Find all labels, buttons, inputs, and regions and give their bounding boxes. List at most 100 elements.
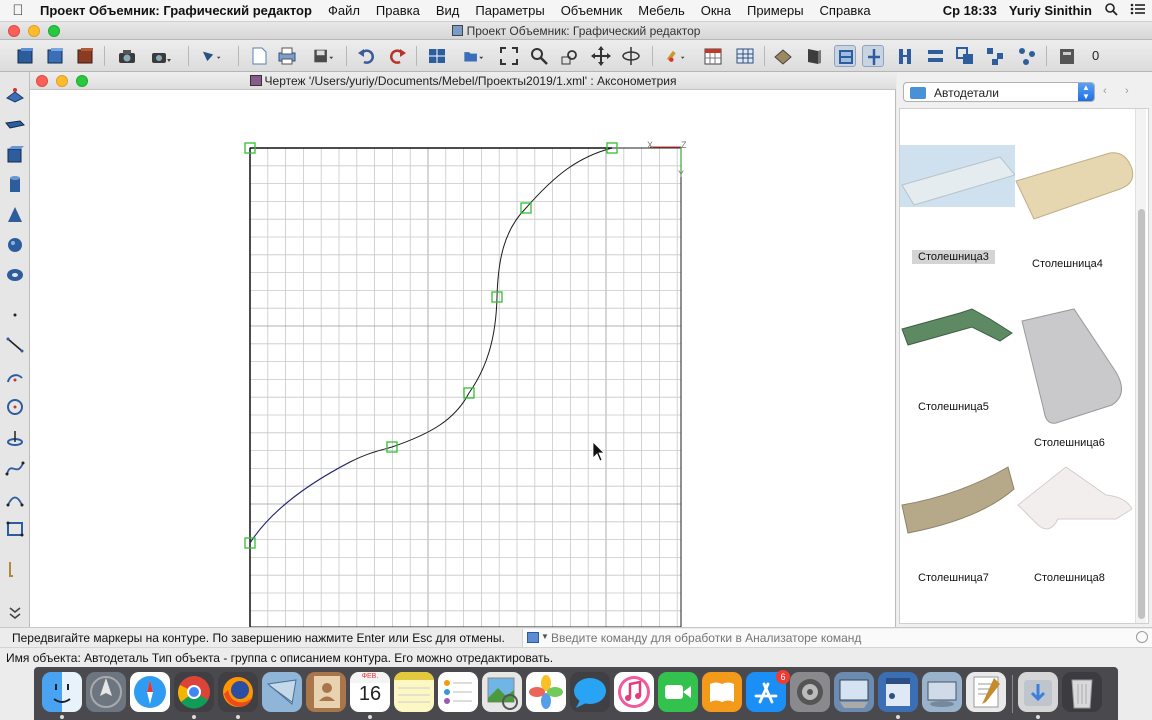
arc-tool-icon[interactable] xyxy=(4,366,26,388)
save-icon[interactable] xyxy=(312,45,340,67)
menu-file[interactable]: Файл xyxy=(320,3,368,18)
copy-panel-icon[interactable] xyxy=(954,45,976,67)
open-folder-icon[interactable] xyxy=(462,45,490,67)
library-item-tabletop8[interactable] xyxy=(1016,465,1136,537)
cabinet-icon[interactable] xyxy=(834,45,856,67)
dimension-tool-icon[interactable] xyxy=(4,558,26,580)
library-scrollbar-thumb[interactable] xyxy=(1138,209,1145,619)
menu-user[interactable]: Yuriy Sinithin xyxy=(1003,3,1098,18)
downloads-icon[interactable] xyxy=(1018,672,1058,712)
orbit-icon[interactable] xyxy=(620,45,642,67)
drawing-zoom-button[interactable] xyxy=(76,75,88,87)
transform-icon[interactable] xyxy=(1016,45,1038,67)
library-item-tabletop3-label[interactable]: Столешница3 xyxy=(912,250,995,264)
zoom-window-icon[interactable] xyxy=(560,45,582,67)
network-icon[interactable] xyxy=(922,672,962,712)
spline-tool-icon[interactable] xyxy=(4,458,26,480)
textedit-icon[interactable] xyxy=(966,672,1006,712)
redo-icon[interactable] xyxy=(386,45,408,67)
safari-icon[interactable] xyxy=(130,672,170,712)
vertical-panel-icon[interactable] xyxy=(894,45,916,67)
paint-tool-icon[interactable] xyxy=(664,45,694,67)
menu-parameters[interactable]: Параметры xyxy=(467,3,552,18)
calendar-grid-icon[interactable] xyxy=(702,45,724,67)
cone-tool-icon[interactable] xyxy=(4,204,26,226)
menu-view[interactable]: Вид xyxy=(428,3,468,18)
new-document-icon[interactable] xyxy=(248,45,270,67)
rectangle-tool-icon[interactable] xyxy=(4,518,26,540)
command-input[interactable] xyxy=(522,629,1152,647)
panel-icon[interactable] xyxy=(802,45,824,67)
pan-icon[interactable] xyxy=(590,45,612,67)
spotlight-icon[interactable] xyxy=(1098,2,1124,19)
material-icon[interactable] xyxy=(772,45,794,67)
add-vertical-icon[interactable] xyxy=(862,45,884,67)
torus-tool-icon[interactable] xyxy=(4,264,26,286)
menu-objemnik[interactable]: Объемник xyxy=(553,3,631,18)
apple-menu-icon[interactable]:  xyxy=(0,2,36,19)
view-3d-box2-icon[interactable] xyxy=(44,45,66,67)
point-tool-icon[interactable] xyxy=(4,304,26,326)
print-icon[interactable] xyxy=(276,45,298,67)
spline-contour[interactable] xyxy=(249,147,613,544)
horizontal-panel-icon[interactable] xyxy=(924,45,946,67)
mail-icon[interactable] xyxy=(262,672,302,712)
drawing-close-button[interactable] xyxy=(36,75,48,87)
firefox-icon[interactable] xyxy=(218,672,258,712)
menu-examples[interactable]: Примеры xyxy=(739,3,812,18)
camera-dropdown-icon[interactable] xyxy=(150,45,172,67)
library-item-tabletop4-label[interactable]: Столешница4 xyxy=(1032,258,1103,270)
library-item-tabletop8-label[interactable]: Столешница8 xyxy=(1034,572,1105,584)
library-back-icon[interactable]: ‹ xyxy=(1103,85,1107,97)
facetime-icon[interactable] xyxy=(658,672,698,712)
circle-tool-icon[interactable] xyxy=(4,396,26,418)
itunes-icon[interactable] xyxy=(614,672,654,712)
zoom-icon[interactable] xyxy=(528,45,550,67)
slab-tool-icon[interactable] xyxy=(4,114,26,136)
cylinder-tool-icon[interactable] xyxy=(4,174,26,196)
window-minimize-button[interactable] xyxy=(28,25,40,37)
table-grid-icon[interactable] xyxy=(734,45,756,67)
library-scrollbar[interactable] xyxy=(1135,109,1146,623)
library-item-tabletop3[interactable] xyxy=(900,145,1016,207)
library-item-tabletop5-label[interactable]: Столешница5 xyxy=(918,401,989,413)
library-item-tabletop6[interactable] xyxy=(1016,307,1134,425)
calendar-icon[interactable]: ФЕВ. 16 xyxy=(350,672,390,712)
library-item-tabletop5[interactable] xyxy=(900,307,1015,357)
view-3d-box-icon[interactable] xyxy=(14,45,36,67)
contacts-icon[interactable] xyxy=(306,672,346,712)
library-item-tabletop6-label[interactable]: Столешница6 xyxy=(1034,437,1105,449)
sphere-tool-icon[interactable] xyxy=(4,234,26,256)
objemnik-icon[interactable] xyxy=(878,672,918,712)
plane-tool-icon[interactable] xyxy=(4,84,26,106)
layers-panel-icon[interactable] xyxy=(426,45,448,67)
library-item-tabletop7[interactable] xyxy=(900,465,1016,537)
trash-icon[interactable] xyxy=(1062,672,1102,712)
library-forward-icon[interactable]: › xyxy=(1125,85,1129,97)
chrome-icon[interactable] xyxy=(174,672,214,712)
command-history-icon[interactable] xyxy=(527,632,539,643)
more-tools-icon[interactable] xyxy=(4,602,26,624)
menu-app-name[interactable]: Проект Объемник: Графический редактор xyxy=(36,3,320,18)
select-arrow-icon[interactable] xyxy=(200,45,230,67)
books-icon[interactable] xyxy=(702,672,742,712)
notes-icon[interactable] xyxy=(394,672,434,712)
menu-windows[interactable]: Окна xyxy=(693,3,739,18)
hierarchy-icon[interactable] xyxy=(984,45,1006,67)
menu-help[interactable]: Справка xyxy=(812,3,879,18)
photos-icon[interactable] xyxy=(526,672,566,712)
notification-center-icon[interactable] xyxy=(1124,2,1152,19)
library-item-tabletop7-label[interactable]: Столешница7 xyxy=(918,572,989,584)
counter-panel-icon[interactable] xyxy=(1056,45,1078,67)
launchpad-icon[interactable] xyxy=(86,672,126,712)
view-3d-brown-box-icon[interactable] xyxy=(74,45,96,67)
command-clear-icon[interactable] xyxy=(1136,631,1148,643)
library-category-select[interactable]: Автодетали ▲ ▼ xyxy=(903,82,1095,102)
messages-icon[interactable] xyxy=(570,672,610,712)
window-close-button[interactable] xyxy=(8,25,20,37)
menu-clock[interactable]: Ср 18:33 xyxy=(937,3,1003,18)
window-zoom-button[interactable] xyxy=(48,25,60,37)
drawing-canvas[interactable]: X Z Y xyxy=(30,90,896,627)
command-history-dropdown-icon[interactable]: ▼ xyxy=(541,632,549,641)
preview-icon[interactable] xyxy=(482,672,522,712)
